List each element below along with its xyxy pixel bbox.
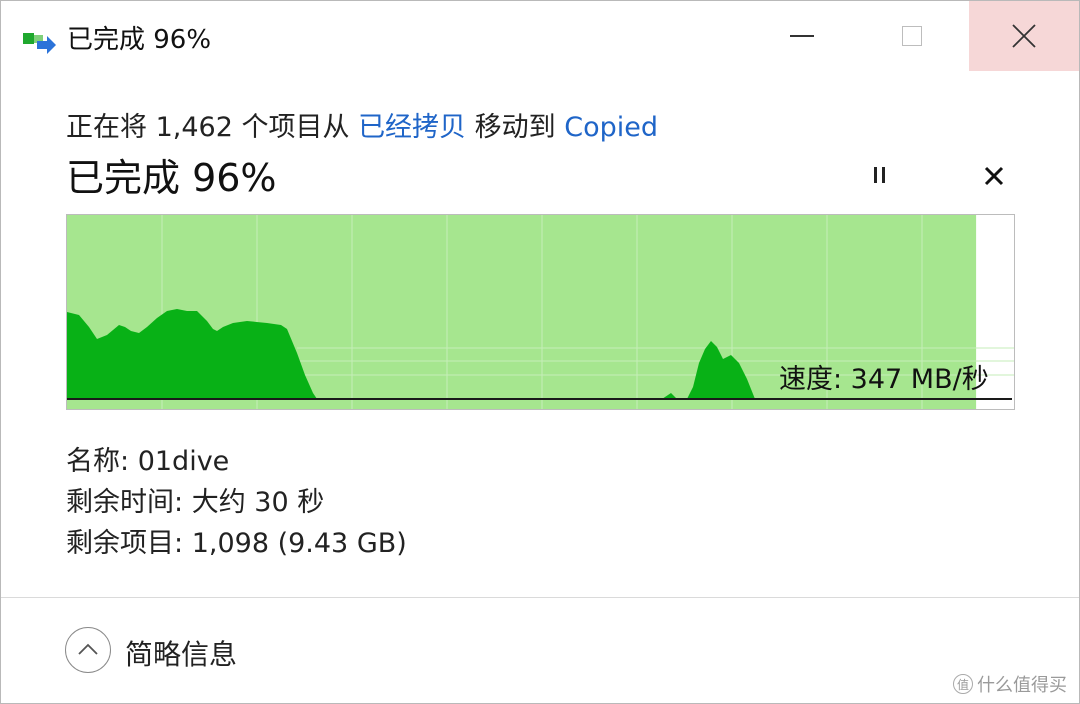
operation-prefix: 正在将 1,462 个项目从: [66, 112, 350, 143]
window-title: 已完成 96%: [67, 25, 212, 55]
time-remaining-label: 剩余时间:: [66, 487, 184, 518]
destination-folder-link[interactable]: Copied: [564, 112, 658, 143]
maximize-button[interactable]: [857, 1, 967, 71]
move-to-text: 移动到: [474, 112, 556, 143]
chevron-up-icon: [78, 643, 98, 655]
close-icon: [984, 166, 1004, 186]
name-label: 名称:: [66, 446, 130, 477]
watermark-text: 什么值得买: [977, 675, 1067, 696]
detail-time-row: 剩余时间: 大约 30 秒: [66, 480, 324, 519]
divider: [1, 597, 1079, 598]
watermark: 值 什么值得买: [953, 671, 1067, 697]
less-details-button[interactable]: [65, 627, 111, 673]
detail-items-row: 剩余项目: 1,098 (9.43 GB): [66, 521, 407, 560]
detail-name-row: 名称: 01dive: [66, 439, 229, 478]
watermark-logo: 值: [953, 674, 973, 694]
name-value: 01dive: [137, 446, 230, 477]
items-remaining-label: 剩余项目:: [66, 528, 184, 559]
pause-icon: [873, 167, 877, 183]
close-icon: [1012, 24, 1036, 48]
items-remaining-value: 1,098 (9.43 GB): [191, 528, 407, 559]
time-remaining-value: 大约 30 秒: [191, 487, 325, 518]
progress-title: 已完成 96%: [66, 156, 277, 200]
title-bar: 已完成 96%: [1, 1, 1079, 71]
less-details-label[interactable]: 简略信息: [125, 633, 237, 673]
file-move-icon: [23, 33, 56, 54]
cancel-button[interactable]: [976, 159, 1012, 193]
source-folder-link[interactable]: 已经拷贝: [358, 112, 466, 143]
pause-icon-bar: [881, 167, 885, 183]
pause-button[interactable]: [861, 161, 897, 189]
close-window-button[interactable]: [969, 1, 1079, 71]
maximize-icon: [902, 26, 922, 46]
operation-description: 正在将 1,462 个项目从 已经拷贝 移动到 Copied: [66, 105, 658, 144]
minimize-button[interactable]: [747, 1, 857, 71]
speed-label: 速度: 347 MB/秒: [779, 364, 989, 395]
minimize-icon: [790, 35, 814, 37]
file-operation-dialog: 已完成 96% 正在将 1,462 个项目从 已经拷贝 移动到 Copied 已…: [0, 0, 1080, 704]
